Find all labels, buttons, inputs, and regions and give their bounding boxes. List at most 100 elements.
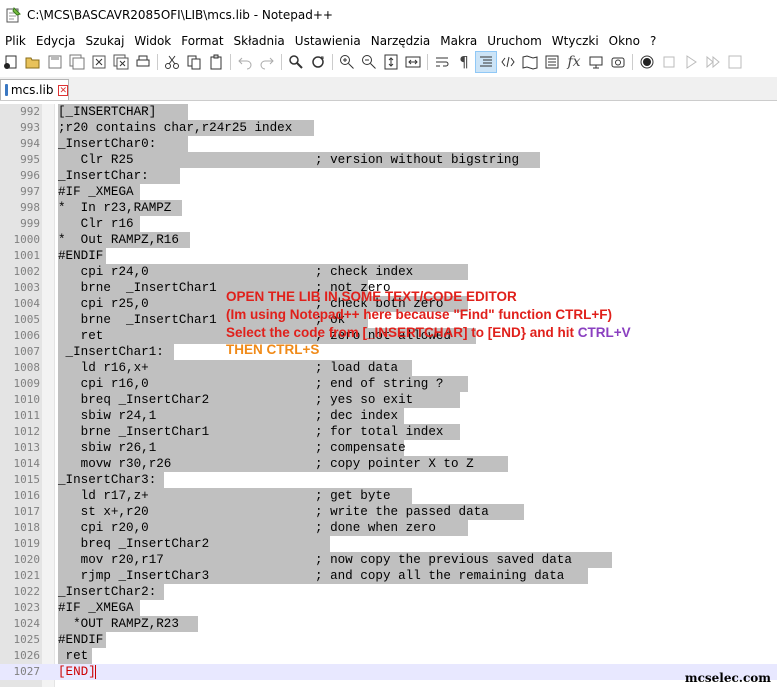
menu-plik[interactable]: Plik — [0, 34, 31, 48]
line-number: 1013 — [13, 441, 41, 454]
code-text: Clr R25 ; version without bigstring — [58, 152, 540, 168]
zoom-out-icon[interactable] — [358, 51, 380, 73]
close-icon[interactable] — [88, 51, 110, 73]
sync-horizontal-icon[interactable] — [402, 51, 424, 73]
undo-icon[interactable] — [234, 51, 256, 73]
code-line[interactable]: 1026 ret — [0, 648, 777, 664]
replace-icon[interactable] — [307, 51, 329, 73]
zoom-in-icon[interactable] — [336, 51, 358, 73]
menu-szukaj[interactable]: Szukaj — [80, 34, 129, 48]
menu-help[interactable]: ? — [645, 34, 661, 48]
code-line[interactable]: 1022 _InsertChar2: — [0, 584, 777, 600]
save-icon[interactable] — [44, 51, 66, 73]
function-list-icon[interactable]: fx — [563, 51, 585, 73]
code-line[interactable]: 1015 _InsertChar3: — [0, 472, 777, 488]
menu-makra[interactable]: Makra — [435, 34, 482, 48]
code-line[interactable]: 1011 sbiw r24,1 ; dec index — [0, 408, 777, 424]
indent-guide-icon[interactable] — [475, 51, 497, 73]
menu-edycja[interactable]: Edycja — [31, 34, 81, 48]
cut-icon[interactable] — [161, 51, 183, 73]
line-number: 994 — [20, 137, 40, 150]
code-line[interactable]: 1002 cpi r24,0 ; check index — [0, 264, 777, 280]
menu-ustawienia[interactable]: Ustawienia — [290, 34, 366, 48]
code-line[interactable]: 995 Clr R25 ; version without bigstring — [0, 152, 777, 168]
code-line[interactable]: 1001 #ENDIF — [0, 248, 777, 264]
document-map-icon[interactable] — [519, 51, 541, 73]
menu-skladnia[interactable]: Składnia — [229, 34, 290, 48]
line-number: 1027 — [13, 665, 41, 678]
code-text: _InsertChar1: — [58, 344, 174, 360]
code-text: breq _InsertChar2 ; yes so exit — [58, 392, 460, 408]
redo-icon[interactable] — [256, 51, 278, 73]
find-icon[interactable] — [285, 51, 307, 73]
folder-workspace-icon[interactable] — [585, 51, 607, 73]
code-line[interactable]: 1027 [END] — [0, 664, 777, 680]
tab-bar: mcs.lib ✕ — [0, 77, 777, 101]
code-line[interactable]: 1025 #ENDIF — [0, 632, 777, 648]
code-line[interactable]: 1013 sbiw r26,1 ; compensate — [0, 440, 777, 456]
show-all-characters-icon[interactable]: ¶ — [453, 51, 475, 73]
menu-format[interactable]: Format — [176, 34, 228, 48]
run-macro-multiple-icon[interactable] — [702, 51, 724, 73]
code-text: *OUT RAMPZ,R23 — [58, 616, 198, 632]
save-macro-icon[interactable] — [724, 51, 746, 73]
code-line[interactable]: 997 #IF _XMEGA — [0, 184, 777, 200]
copy-icon[interactable] — [183, 51, 205, 73]
code-line[interactable]: 1021 rjmp _InsertChar3 ; and copy all th… — [0, 568, 777, 584]
menu-okno[interactable]: Okno — [604, 34, 645, 48]
code-line[interactable]: 1017 st x+,r20 ; write the passed data — [0, 504, 777, 520]
code-line[interactable]: 1008 ld r16,x+ ; load data — [0, 360, 777, 376]
instruction-annotation: OPEN THE LIB IN SOME TEXT/CODE EDITOR (I… — [226, 288, 631, 359]
menu-widok[interactable]: Widok — [129, 34, 176, 48]
line-number: 1012 — [13, 425, 41, 438]
line-number: 1009 — [13, 377, 41, 390]
code-text: ;r20 contains char,r24r25 index — [58, 120, 314, 136]
code-line[interactable]: 1012 brne _InsertChar1 ; for total index — [0, 424, 777, 440]
code-line[interactable]: 996 _InsertChar: — [0, 168, 777, 184]
close-all-icon[interactable] — [110, 51, 132, 73]
code-line[interactable]: 994 _InsertChar0: — [0, 136, 777, 152]
code-line[interactable]: 999 Clr r16 — [0, 216, 777, 232]
code-line[interactable]: 1000 * Out RAMPZ,R16 — [0, 232, 777, 248]
document-list-icon[interactable] — [541, 51, 563, 73]
tab-close-icon[interactable]: ✕ — [58, 84, 68, 96]
stop-macro-icon[interactable] — [658, 51, 680, 73]
monitoring-icon[interactable] — [607, 51, 629, 73]
saved-file-icon — [5, 84, 8, 96]
code-line[interactable]: 1020 mov r20,r17 ; now copy the previous… — [0, 552, 777, 568]
code-line[interactable]: 992 [_INSERTCHAR] — [0, 104, 777, 120]
code-line[interactable]: 993 ;r20 contains char,r24r25 index — [0, 120, 777, 136]
code-line[interactable]: 1014 movw r30,r26 ; copy pointer X to Z — [0, 456, 777, 472]
open-file-icon[interactable] — [22, 51, 44, 73]
play-macro-icon[interactable] — [680, 51, 702, 73]
code-editor[interactable]: 992 [_INSERTCHAR] 993 ;r20 contains char,r2… — [0, 104, 777, 687]
sync-vertical-icon[interactable] — [380, 51, 402, 73]
code-line[interactable]: 1009 cpi r16,0 ; end of string ? — [0, 376, 777, 392]
line-number: 1015 — [13, 473, 41, 486]
code-line[interactable]: 998 * In r23,RAMPZ — [0, 200, 777, 216]
code-text: * In r23,RAMPZ — [58, 200, 182, 216]
line-number: 1004 — [13, 297, 41, 310]
line-number: 1011 — [13, 409, 41, 422]
code-line[interactable]: 1019 breq _InsertChar2 — [0, 536, 777, 552]
tab-mcs-lib[interactable]: mcs.lib ✕ — [0, 79, 69, 100]
toolbar: ¶ fx — [0, 51, 777, 73]
code-text: ld r16,x+ ; load data — [58, 360, 412, 376]
user-language-icon[interactable] — [497, 51, 519, 73]
menu-uruchom[interactable]: Uruchom — [482, 34, 547, 48]
code-line[interactable]: 1018 cpi r20,0 ; done when zero — [0, 520, 777, 536]
code-line[interactable]: 1023 #IF _XMEGA — [0, 600, 777, 616]
code-line[interactable]: 1024 *OUT RAMPZ,R23 — [0, 616, 777, 632]
code-line[interactable]: 1016 ld r17,z+ ; get byte — [0, 488, 777, 504]
save-all-icon[interactable] — [66, 51, 88, 73]
menu-wtyczki[interactable]: Wtyczki — [547, 34, 604, 48]
new-file-icon[interactable] — [0, 51, 22, 73]
window-title: C:\MCS\BASCAVR2085OFI\LIB\mcs.lib - Note… — [27, 8, 333, 22]
paste-icon[interactable] — [205, 51, 227, 73]
code-line[interactable]: 1010 breq _InsertChar2 ; yes so exit — [0, 392, 777, 408]
print-icon[interactable] — [132, 51, 154, 73]
record-macro-icon[interactable] — [636, 51, 658, 73]
word-wrap-icon[interactable] — [431, 51, 453, 73]
code-text: sbiw r24,1 ; dec index — [58, 408, 404, 424]
menu-narzedzia[interactable]: Narzędzia — [366, 34, 436, 48]
